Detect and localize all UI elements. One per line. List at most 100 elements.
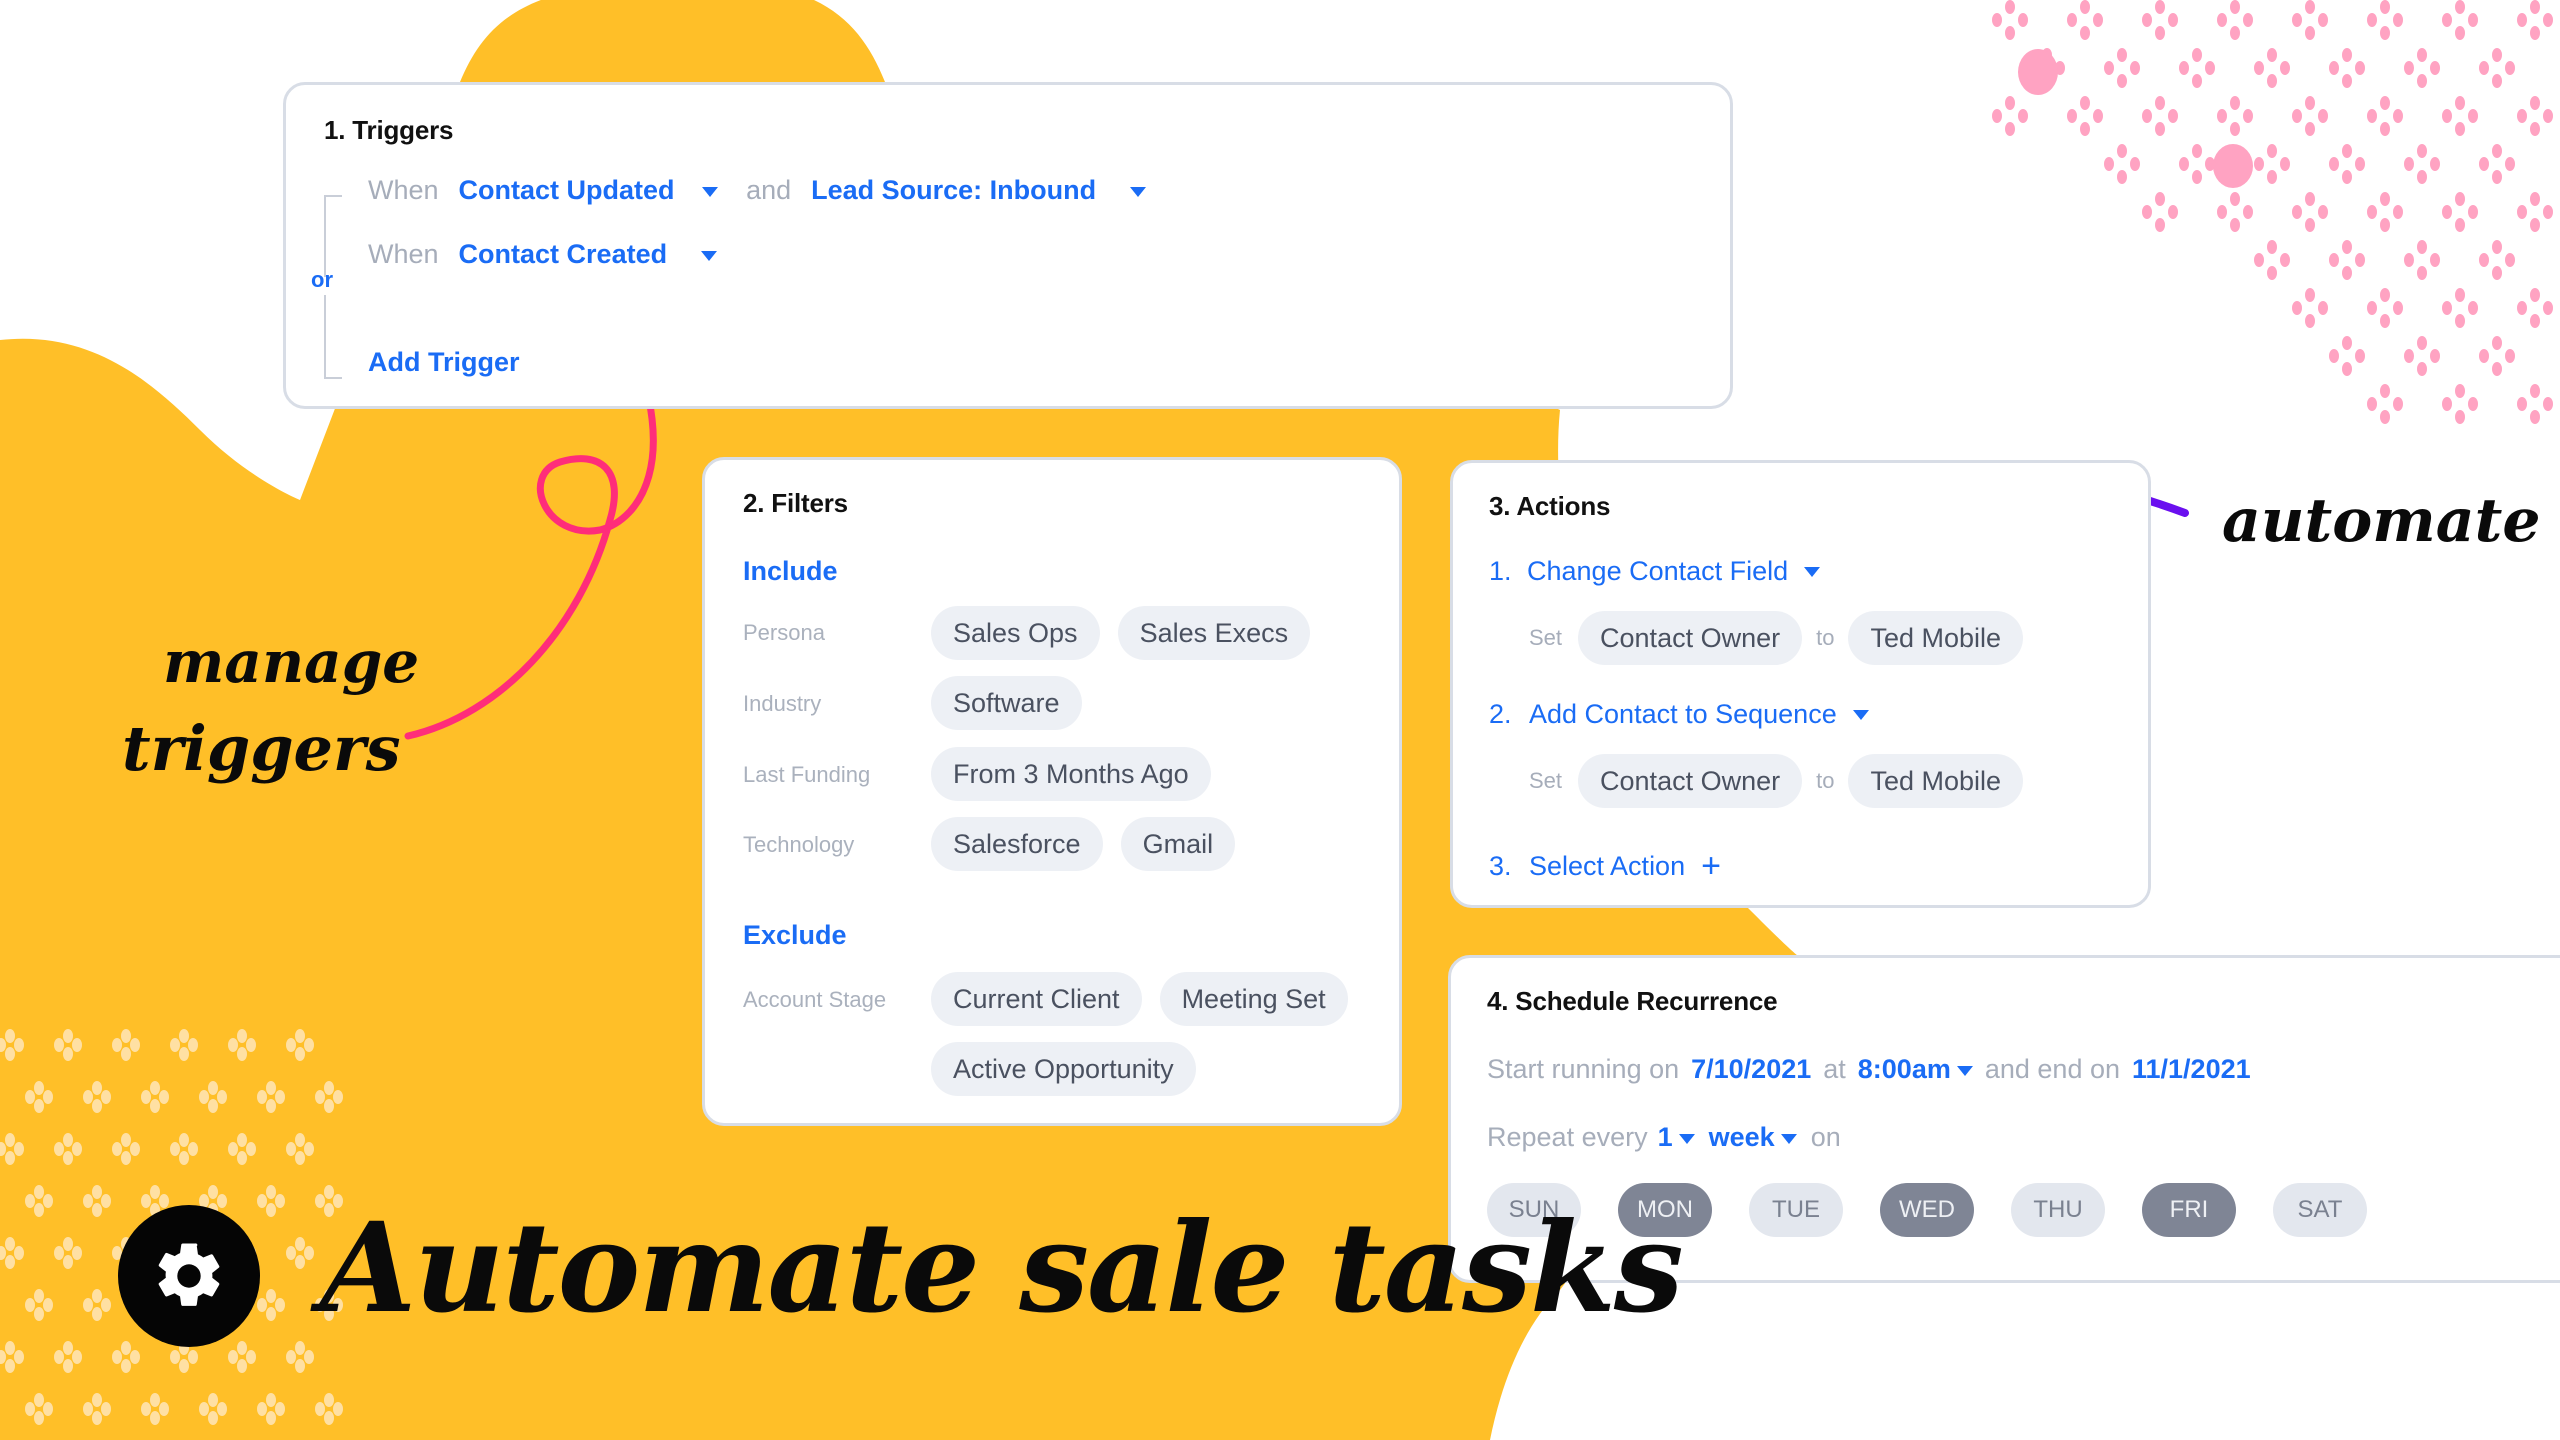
decor-dot [2305,96,2315,110]
decor-dot [170,1350,180,1364]
action-item[interactable]: 2. Add Contact to Sequence [1489,699,1869,730]
decor-dot [228,1038,238,1052]
decor-dot [2430,157,2440,171]
action-number: 3. [1489,850,1512,881]
filter-pill[interactable]: Sales Execs [1117,606,1311,660]
filter-pill[interactable]: Software [931,676,1082,730]
filter-pill[interactable]: Sales Ops [931,606,1100,660]
decor-dot [2179,157,2189,171]
decor-dot [170,1142,180,1156]
decor-dot [34,1393,44,1407]
decor-dot [2393,13,2403,27]
decor-dot [2530,314,2540,328]
decor-dot [2455,288,2465,302]
decor-dot [2329,61,2339,75]
actions-title: 3. Actions [1489,491,1611,521]
decor-dot [43,1194,53,1208]
decor-dot [2367,205,2377,219]
trigger-row: When Contact Created [368,239,717,270]
filter-pill[interactable]: Current Client [931,972,1142,1026]
trigger-condition-dropdown[interactable]: Lead Source: Inbound [811,175,1146,206]
decor-dot [5,1133,15,1147]
decor-dot [2404,157,2414,171]
decor-dot [92,1411,102,1425]
decor-dot [266,1185,276,1199]
decor-dot [92,1393,102,1407]
decor-dot [2205,61,2215,75]
repeat-count-dropdown[interactable]: 1 [1658,1122,1695,1153]
decor-dot [275,1194,285,1208]
decor-dot [159,1194,169,1208]
decor-dot [295,1133,305,1147]
decor-dot [2318,109,2328,123]
decor-dot [5,1237,15,1251]
end-date-field[interactable]: 11/1/2021 [2132,1054,2251,1085]
decor-dot [2430,61,2440,75]
decor-dot [237,1029,247,1043]
day-toggle-fri[interactable]: FRI [2142,1183,2236,1237]
filter-pill[interactable]: Gmail [1120,817,1236,871]
add-trigger-button[interactable]: Add Trigger [368,347,520,378]
decor-dot [237,1151,247,1165]
decor-dot [2492,336,2502,350]
filter-pill[interactable]: Active Opportunity [931,1042,1196,1096]
decor-dot [34,1307,44,1321]
decor-dot [2492,170,2502,184]
decor-dot [217,1194,227,1208]
action-item[interactable]: 1. Change Contact Field [1489,556,1821,587]
decor-dot [2342,48,2352,62]
decor-dot [208,1185,218,1199]
decor-dot [2329,157,2339,171]
start-date-field[interactable]: 7/10/2021 [1691,1054,1811,1085]
decor-dot [5,1029,15,1043]
decor-dot [2342,336,2352,350]
decor-dot [2380,0,2390,14]
day-toggle-sat[interactable]: SAT [2273,1183,2367,1237]
trigger-event-dropdown[interactable]: Contact Updated [459,175,719,206]
day-toggle-thu[interactable]: THU [2011,1183,2105,1237]
trigger-event-dropdown[interactable]: Contact Created [459,239,717,270]
decor-dot [2168,109,2178,123]
filter-pill[interactable]: Meeting Set [1159,972,1348,1026]
field-pill[interactable]: Contact Owner [1578,611,1803,665]
decor-dot [2479,157,2489,171]
filter-pill[interactable]: Salesforce [931,817,1103,871]
decor-dot [25,1194,35,1208]
decor-dot [121,1029,131,1043]
decor-dot [286,1142,296,1156]
decor-dot [2329,253,2339,267]
day-toggle-wed[interactable]: WED [1880,1183,1974,1237]
day-toggle-tue[interactable]: TUE [1749,1183,1843,1237]
decor-dot [2417,74,2427,88]
decor-dot [25,1402,35,1416]
decor-dot [237,1047,247,1061]
decor-dot [2505,61,2515,75]
decor-dot [83,1090,93,1104]
decor-dot [5,1359,15,1373]
decor-dot [2455,192,2465,206]
decor-dot [2117,144,2127,158]
decor-dot [2517,109,2527,123]
decor-dot [63,1359,73,1373]
decor-dot [2492,48,2502,62]
field-pill[interactable]: Contact Owner [1578,754,1803,808]
decor-dot [2318,301,2328,315]
value-pill[interactable]: Ted Mobile [1848,754,2024,808]
decor-dot [34,1289,44,1303]
actions-card: 3. Actions 1. Change Contact Field Set C… [1450,460,2151,908]
decor-dot [2142,13,2152,27]
value-pill[interactable]: Ted Mobile [1848,611,2024,665]
filter-pill[interactable]: From 3 Months Ago [931,747,1211,801]
decor-dot [2417,144,2427,158]
repeat-unit-dropdown[interactable]: week [1709,1122,1797,1153]
select-action-button[interactable]: 3. Select Action + [1489,849,1721,883]
decor-dot [2530,384,2540,398]
time-dropdown[interactable]: 8:00am [1858,1054,1973,1085]
decor-dot [199,1090,209,1104]
decor-dot [2530,96,2540,110]
decor-dot [2393,205,2403,219]
decor-dot [14,1246,24,1260]
action-set-row: Set Contact Owner to Ted Mobile [1529,611,2041,665]
decor-dot [2243,13,2253,27]
decor-dot [2117,74,2127,88]
